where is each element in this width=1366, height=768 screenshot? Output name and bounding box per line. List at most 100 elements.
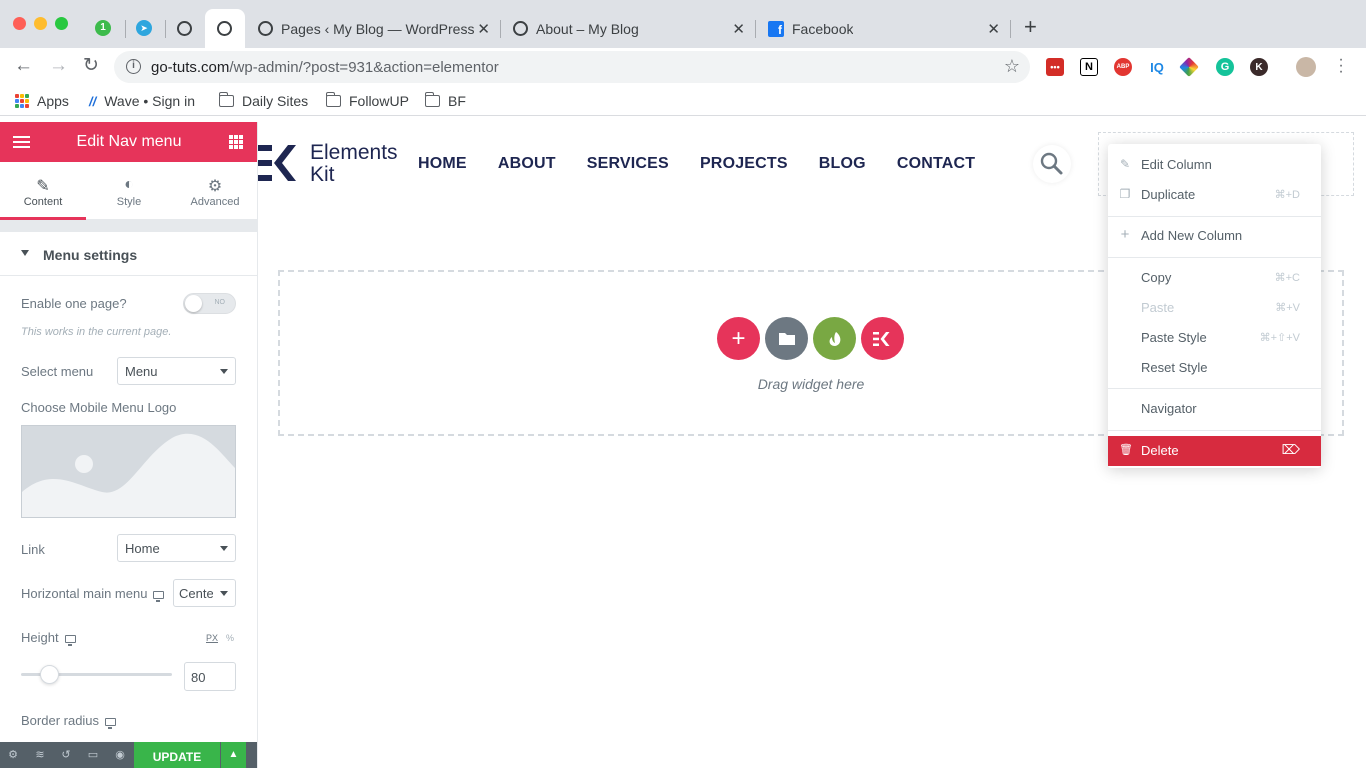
- menu-item-paste[interactable]: Paste ⌘+V: [1108, 293, 1321, 323]
- back-icon[interactable]: ←: [14, 56, 33, 76]
- close-icon[interactable]: ✕: [477, 20, 490, 38]
- new-tab-button[interactable]: +: [1024, 16, 1037, 38]
- nav-item-projects[interactable]: PROJECTS: [700, 155, 788, 173]
- mobile-logo-media-picker[interactable]: [21, 425, 236, 518]
- select-value: Home: [125, 541, 160, 556]
- history-icon[interactable]: ↺: [60, 749, 72, 761]
- bookmark-wave[interactable]: // Wave • Sign in: [89, 93, 195, 109]
- tab-title: Pages ‹ My Blog — WordPress: [281, 20, 475, 37]
- menu-item-label: Edit Column: [1141, 157, 1212, 172]
- unit-switcher[interactable]: PX%: [206, 633, 234, 643]
- shortcut-hint: ⌘+V: [1275, 302, 1300, 314]
- unit-percent[interactable]: %: [226, 633, 234, 643]
- navigator-layers-icon[interactable]: ≋: [34, 749, 46, 761]
- desktop-icon[interactable]: [105, 717, 117, 729]
- notion-icon[interactable]: N: [1080, 58, 1098, 76]
- tab-title: About – My Blog: [536, 20, 639, 37]
- k-extension-icon[interactable]: K: [1250, 58, 1268, 76]
- close-window-button[interactable]: [13, 17, 26, 30]
- settings-icon[interactable]: ⚙: [7, 749, 19, 761]
- link-dropdown[interactable]: Home: [117, 534, 236, 562]
- desktop-icon[interactable]: [64, 634, 76, 646]
- select-value: Menu: [125, 364, 158, 379]
- menu-item-label: Add New Column: [1141, 228, 1243, 243]
- tab-about[interactable]: About – My Blog ✕: [501, 9, 755, 48]
- grammarly-icon[interactable]: G: [1216, 58, 1234, 76]
- nav-item-blog[interactable]: BLOG: [819, 155, 866, 173]
- widgets-grid-icon[interactable]: [229, 135, 243, 149]
- tab-content[interactable]: ✎ Content: [0, 162, 86, 220]
- site-search-button[interactable]: [1033, 145, 1071, 183]
- nav-item-services[interactable]: SERVICES: [587, 155, 669, 173]
- menu-item-add-new-column[interactable]: + Add New Column: [1108, 221, 1321, 251]
- nav-item-contact[interactable]: CONTACT: [897, 155, 975, 173]
- facebook-icon: f: [768, 20, 784, 37]
- tab-active-editor[interactable]: [205, 9, 245, 48]
- close-icon[interactable]: ✕: [987, 20, 1000, 38]
- desktop-icon[interactable]: [153, 590, 165, 602]
- height-number-input[interactable]: 80: [184, 662, 236, 691]
- colorpick-icon[interactable]: [1179, 57, 1199, 77]
- reload-icon[interactable]: ↻: [83, 56, 99, 76]
- menu-item-navigator[interactable]: Navigator: [1108, 394, 1321, 424]
- toggle-state-text: NO: [214, 299, 226, 306]
- forward-icon[interactable]: →: [49, 56, 68, 76]
- bookmark-bf[interactable]: BF: [424, 92, 466, 109]
- height-slider-handle[interactable]: [40, 665, 60, 684]
- logo-text: Elements Kit: [310, 141, 398, 186]
- profile-avatar[interactable]: [1296, 57, 1316, 77]
- add-template-button[interactable]: [765, 317, 808, 360]
- menu-kebab-icon[interactable]: · · ·: [1336, 52, 1346, 80]
- pinned-badge-icon: 1: [95, 20, 111, 36]
- add-section-button[interactable]: +: [717, 317, 760, 360]
- close-icon[interactable]: ✕: [732, 20, 745, 38]
- nav-item-about[interactable]: ABOUT: [498, 155, 556, 173]
- tab-facebook[interactable]: f Facebook ✕: [756, 9, 1010, 48]
- select-menu-dropdown[interactable]: Menu: [117, 357, 236, 385]
- menu-item-label: Paste Style: [1141, 330, 1207, 345]
- menu-settings-section-toggle[interactable]: Menu settings: [0, 236, 257, 276]
- save-options-chevron-icon[interactable]: ▲: [221, 742, 246, 768]
- nav-item-home[interactable]: HOME: [418, 155, 467, 173]
- menu-item-reset-style[interactable]: Reset Style: [1108, 353, 1321, 383]
- bookmark-star-icon[interactable]: ☆: [1004, 56, 1020, 77]
- tab-style[interactable]: ◐ Style: [86, 162, 172, 220]
- info-icon[interactable]: i: [126, 59, 141, 74]
- pinned-tab-telegram[interactable]: ➤: [129, 13, 159, 43]
- enable-one-page-toggle[interactable]: NO: [183, 293, 236, 314]
- maximize-window-button[interactable]: [55, 17, 68, 30]
- horizontal-menu-dropdown[interactable]: Center: [173, 579, 236, 607]
- menu-item-copy[interactable]: Copy ⌘+C: [1108, 263, 1321, 293]
- pinned-tab-globe[interactable]: [169, 13, 199, 43]
- elementor-panel: Edit Nav menu ✎ Content ◐ Style ⚙ Advanc…: [0, 122, 258, 768]
- envato-elements-button[interactable]: [813, 317, 856, 360]
- tab-advanced[interactable]: ⚙ Advanced: [172, 162, 257, 220]
- border-radius-label: Border radius: [21, 713, 117, 729]
- bookmark-daily-sites[interactable]: Daily Sites: [218, 92, 308, 109]
- mobile-logo-label: Choose Mobile Menu Logo: [21, 400, 177, 415]
- update-button[interactable]: UPDATE: [134, 742, 220, 768]
- tab-wordpress-pages[interactable]: Pages ‹ My Blog — WordPress ✕: [246, 9, 500, 48]
- menu-item-duplicate[interactable]: ❐ Duplicate ⌘+D: [1108, 180, 1321, 210]
- menu-item-edit-column[interactable]: ✎ Edit Column: [1108, 150, 1321, 180]
- panel-header: Edit Nav menu: [0, 122, 257, 162]
- responsive-mode-icon[interactable]: ▭: [87, 749, 99, 761]
- address-bar[interactable]: i go-tuts.com/wp-admin/?post=931&action=…: [114, 51, 1030, 83]
- pinned-tab-badge[interactable]: 1: [88, 13, 118, 43]
- menu-item-delete[interactable]: 🗑 Delete ⌦: [1108, 436, 1321, 466]
- minimize-window-button[interactable]: [34, 17, 47, 30]
- site-logo[interactable]: Elements Kit: [258, 142, 418, 188]
- adblock-icon[interactable]: ABP: [1114, 58, 1132, 76]
- iq-icon[interactable]: IQ: [1148, 58, 1166, 76]
- tab-label: Advanced: [190, 196, 240, 208]
- bookmark-apps[interactable]: Apps: [15, 93, 69, 109]
- lastpass-icon[interactable]: •••: [1046, 58, 1064, 76]
- unit-px[interactable]: PX: [206, 633, 218, 643]
- select-value: Center: [179, 586, 213, 601]
- pencil-icon: ✎: [1119, 157, 1131, 171]
- column-context-menu: ✎ Edit Column ❐ Duplicate ⌘+D + Add New …: [1108, 144, 1321, 468]
- preview-eye-icon[interactable]: ◉: [114, 749, 126, 761]
- menu-item-paste-style[interactable]: Paste Style ⌘+⇧+V: [1108, 323, 1321, 353]
- bookmark-followup[interactable]: FollowUP: [325, 92, 409, 109]
- elementskit-library-button[interactable]: [861, 317, 904, 360]
